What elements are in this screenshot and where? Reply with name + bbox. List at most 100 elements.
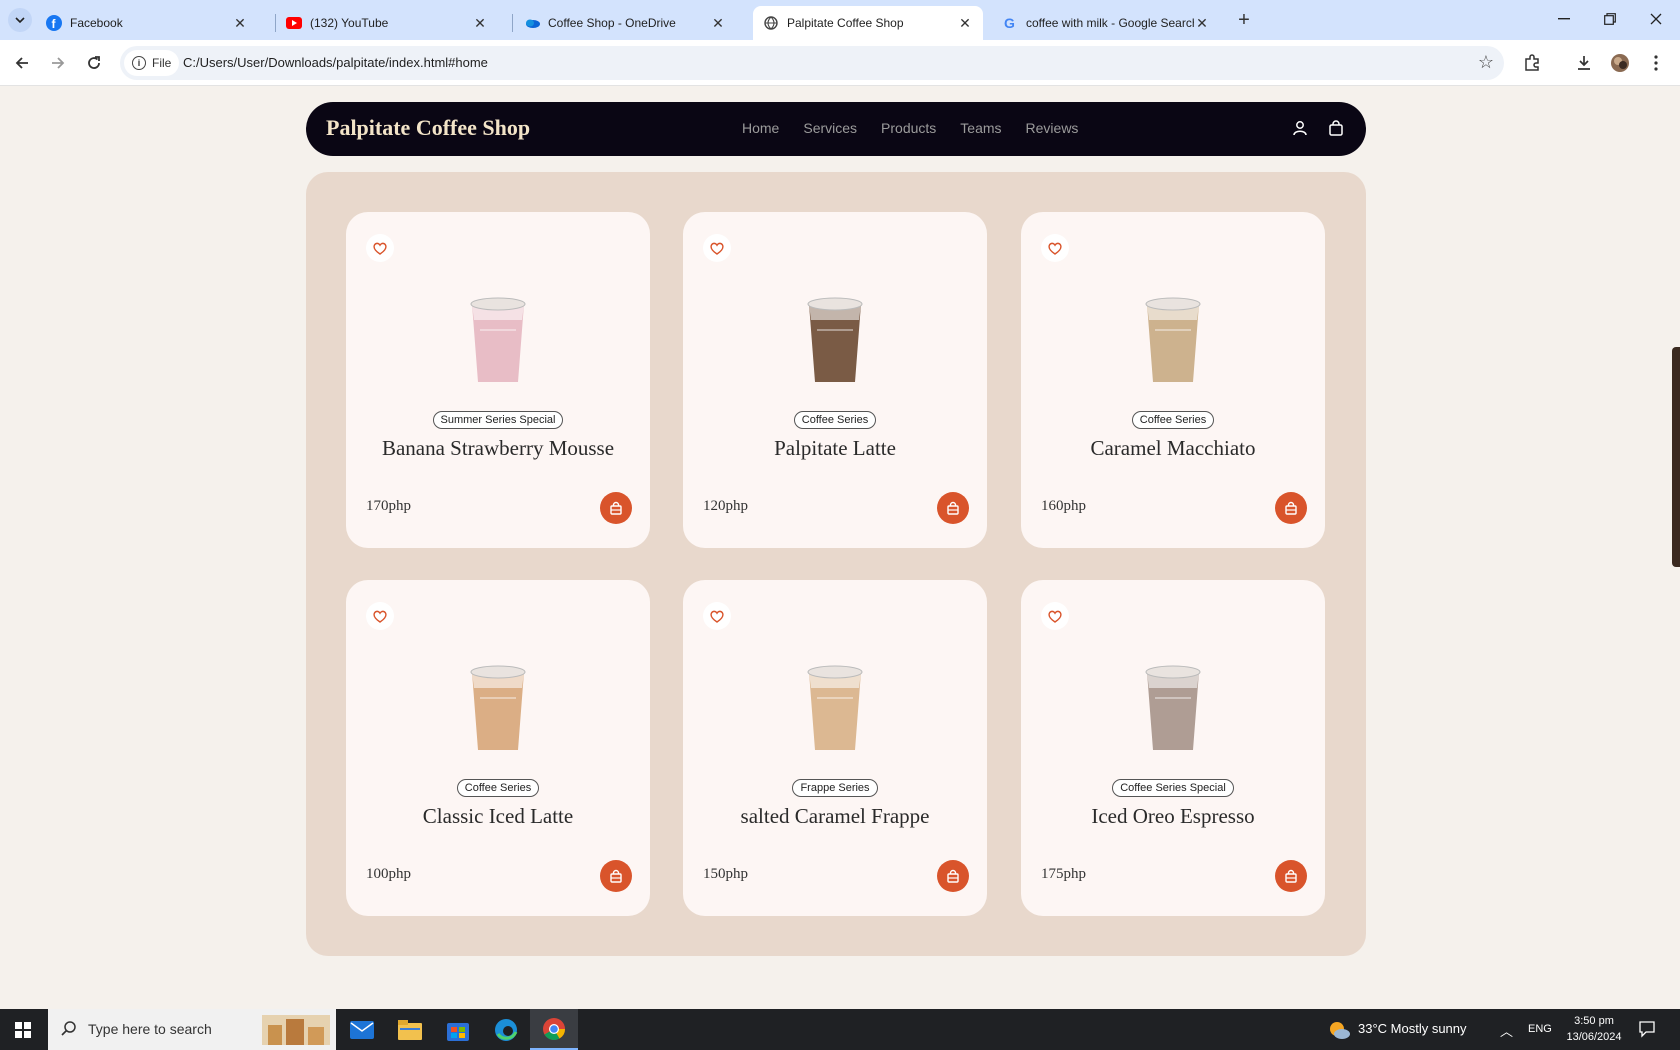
arrow-left-icon	[15, 57, 28, 69]
site-chip-label: File	[152, 56, 172, 70]
add-to-cart-button[interactable]	[937, 492, 969, 524]
category-badge: Frappe Series	[683, 778, 987, 797]
address-bar[interactable]: i File C:/Users/User/Downloads/palpitate…	[120, 46, 1504, 80]
nav-services[interactable]: Services	[803, 120, 857, 136]
product-card[interactable]: Coffee Series Special Iced Oreo Espresso…	[1021, 580, 1325, 916]
taskbar-file-explorer[interactable]	[386, 1009, 434, 1050]
site-brand[interactable]: Palpitate Coffee Shop	[326, 115, 530, 141]
profile-avatar[interactable]	[1606, 49, 1634, 77]
add-to-cart-button[interactable]	[600, 860, 632, 892]
start-button[interactable]	[0, 1009, 46, 1050]
forward-button[interactable]	[44, 49, 72, 77]
facebook-icon: f	[46, 15, 62, 31]
downloads-button[interactable]	[1570, 49, 1598, 77]
category-label: Frappe Series	[792, 779, 878, 797]
shopping-bag-icon	[1285, 501, 1297, 515]
site-info-chip[interactable]: i File	[124, 50, 180, 76]
minimize-button[interactable]	[1541, 4, 1587, 34]
youtube-icon	[286, 15, 302, 31]
nav-links: Home Services Products Teams Reviews	[742, 120, 1078, 136]
add-to-cart-button[interactable]	[600, 492, 632, 524]
drink-image	[470, 665, 526, 750]
product-card[interactable]: Frappe Series salted Caramel Frappe 150p…	[683, 580, 987, 916]
edge-icon	[495, 1018, 518, 1041]
search-highlight-image	[262, 1015, 330, 1045]
category-badge: Coffee Series Special	[1021, 778, 1325, 797]
heart-icon[interactable]	[366, 602, 394, 630]
product-card[interactable]: Summer Series Special Banana Strawberry …	[346, 212, 650, 548]
shopping-bag-icon	[610, 869, 622, 883]
reload-button[interactable]	[80, 49, 108, 77]
close-tab-icon[interactable]: ✕	[472, 15, 488, 31]
taskbar-clock[interactable]: 3:50 pm 13/06/2024	[1564, 1013, 1624, 1045]
weather-text[interactable]: 33°C Mostly sunny	[1358, 1021, 1467, 1036]
taskbar-edge[interactable]	[482, 1009, 530, 1050]
store-icon	[447, 1022, 469, 1041]
add-to-cart-button[interactable]	[1275, 860, 1307, 892]
product-card[interactable]: Coffee Series Classic Iced Latte 100php	[346, 580, 650, 916]
taskbar-store[interactable]	[434, 1009, 482, 1050]
tab-search-button[interactable]	[8, 8, 32, 32]
close-window-button[interactable]	[1633, 4, 1679, 34]
nav-teams[interactable]: Teams	[960, 120, 1001, 136]
language-indicator[interactable]: ENG	[1528, 1023, 1552, 1035]
page-scrollbar-thumb[interactable]	[1672, 347, 1680, 567]
nav-products[interactable]: Products	[881, 120, 936, 136]
close-tab-icon[interactable]: ✕	[710, 15, 726, 31]
shopping-bag-icon	[947, 869, 959, 883]
google-icon: G	[1002, 15, 1018, 31]
tab-title: Palpitate Coffee Shop	[787, 16, 904, 30]
taskbar-mail[interactable]	[338, 1009, 386, 1050]
category-label: Coffee Series	[793, 411, 877, 429]
nav-home[interactable]: Home	[742, 120, 779, 136]
browser-tab-bar: f Facebook ✕ (132) YouTube ✕ Coffee Shop…	[0, 0, 1680, 40]
add-to-cart-button[interactable]	[1275, 492, 1307, 524]
drink-image	[1145, 665, 1201, 750]
taskbar-chrome[interactable]	[530, 1009, 578, 1050]
bookmark-star-icon[interactable]: ☆	[1478, 52, 1494, 73]
close-tab-icon[interactable]: ✕	[957, 15, 973, 31]
tab-onedrive[interactable]: Coffee Shop - OneDrive ✕	[514, 6, 736, 40]
tab-youtube[interactable]: (132) YouTube ✕	[276, 6, 498, 40]
add-to-cart-button[interactable]	[937, 860, 969, 892]
product-name: Classic Iced Latte	[422, 804, 574, 828]
drink-image	[807, 297, 863, 382]
user-icon[interactable]	[1288, 116, 1312, 140]
close-tab-icon[interactable]: ✕	[1194, 15, 1210, 31]
product-name: Palpitate Latte	[774, 436, 896, 460]
category-badge: Coffee Series	[346, 778, 650, 797]
shopping-bag-icon[interactable]	[1324, 116, 1348, 140]
back-button[interactable]	[8, 49, 36, 77]
site-navbar: Palpitate Coffee Shop Home Services Prod…	[306, 102, 1366, 156]
nav-reviews[interactable]: Reviews	[1026, 120, 1079, 136]
search-icon	[61, 1021, 76, 1036]
browser-menu-button[interactable]	[1642, 49, 1670, 77]
close-tab-icon[interactable]: ✕	[232, 15, 248, 31]
product-price: 100php	[366, 866, 411, 882]
product-card[interactable]: Coffee Series Caramel Macchiato 160php	[1021, 212, 1325, 548]
chrome-icon	[543, 1017, 565, 1040]
category-label: Coffee Series Special	[1112, 779, 1234, 797]
tab-facebook[interactable]: f Facebook ✕	[36, 6, 258, 40]
category-badge: Coffee Series	[683, 410, 987, 429]
heart-icon[interactable]	[1041, 602, 1069, 630]
category-label: Summer Series Special	[432, 411, 564, 429]
heart-icon[interactable]	[366, 234, 394, 262]
url-text[interactable]: C:/Users/User/Downloads/palpitate/index.…	[183, 55, 488, 70]
chevron-up-icon[interactable]: ︿	[1500, 1021, 1513, 1040]
tab-google-search[interactable]: G coffee with milk - Google Search ✕	[992, 6, 1220, 40]
shopping-bag-icon	[947, 501, 959, 515]
product-card[interactable]: Coffee Series Palpitate Latte 120php	[683, 212, 987, 548]
product-price: 150php	[703, 866, 748, 882]
tab-palpitate[interactable]: Palpitate Coffee Shop ✕	[753, 6, 983, 40]
product-price: 120php	[703, 498, 748, 514]
new-tab-button[interactable]: +	[1232, 8, 1256, 32]
notification-icon[interactable]	[1638, 1020, 1656, 1038]
extensions-button[interactable]	[1518, 49, 1546, 77]
heart-icon[interactable]	[703, 602, 731, 630]
heart-icon[interactable]	[703, 234, 731, 262]
taskbar-search[interactable]: Type here to search	[48, 1009, 336, 1050]
tab-divider	[512, 14, 513, 32]
restore-button[interactable]	[1587, 4, 1633, 34]
heart-icon[interactable]	[1041, 234, 1069, 262]
